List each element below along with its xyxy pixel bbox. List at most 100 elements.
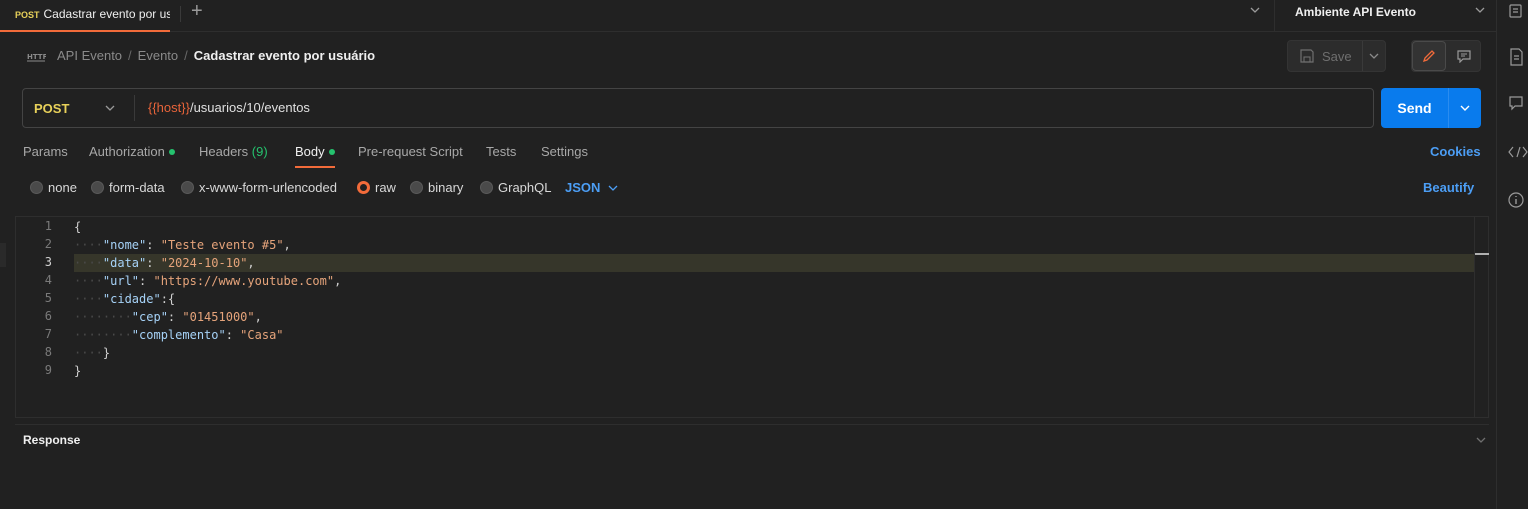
save-icon xyxy=(1300,49,1314,63)
environment-chevron-down-icon[interactable] xyxy=(1474,3,1486,17)
request-tab[interactable]: POST Cadastrar evento por us xyxy=(0,0,170,32)
json-key: "url" xyxy=(102,274,140,288)
radio-raw-circle xyxy=(357,181,370,194)
method-chevron-down-icon[interactable] xyxy=(104,101,116,115)
url-variable: {{host}} xyxy=(148,100,190,115)
svg-text:HTTP: HTTP xyxy=(27,53,46,61)
response-chevron-down-icon[interactable] xyxy=(1475,433,1487,447)
editor-scrollbar[interactable] xyxy=(1474,217,1488,417)
format-label: JSON xyxy=(565,180,601,195)
code-line: ········"cep": "01451000", xyxy=(74,310,262,324)
body-editor[interactable]: 1 2 3 4 5 6 7 8 9 { ····"nome": "Teste e… xyxy=(15,216,1489,418)
tab-headers[interactable]: Headers (9) xyxy=(199,144,268,168)
view-mode-group xyxy=(1411,40,1481,72)
save-button[interactable]: Save xyxy=(1288,41,1362,71)
tab-prerequest-script[interactable]: Pre-request Script xyxy=(358,144,463,168)
info-icon[interactable] xyxy=(1507,191,1528,209)
beautify-button[interactable]: Beautify xyxy=(1423,180,1474,195)
save-chevron-down-icon[interactable] xyxy=(1368,49,1380,63)
docs-mode-button[interactable] xyxy=(1448,41,1480,71)
line-number: 3 xyxy=(44,255,52,269)
documentation-icon[interactable] xyxy=(1507,48,1528,66)
code-line: ····"nome": "Teste evento #5", xyxy=(74,238,291,252)
url-path: /usuarios/10/eventos xyxy=(189,100,310,115)
radio-graphql-circle xyxy=(480,181,493,194)
line-number: 7 xyxy=(44,327,52,341)
line-number: 1 xyxy=(44,219,52,233)
tab-authorization-label: Authorization xyxy=(89,144,165,159)
line-number: 6 xyxy=(44,309,52,323)
url-divider xyxy=(134,95,135,121)
tab-tests[interactable]: Tests xyxy=(486,144,516,168)
tab-params[interactable]: Params xyxy=(23,144,68,168)
code-line-current: ····"data": "2024-10-10", xyxy=(74,254,1474,272)
tab-bar: POST Cadastrar evento por us + Ambiente A… xyxy=(0,0,1496,32)
body-active-dot xyxy=(328,148,335,155)
send-divider xyxy=(1448,88,1449,128)
radio-form-data[interactable]: form-data xyxy=(91,180,165,195)
tab-settings[interactable]: Settings xyxy=(541,144,588,168)
pencil-icon xyxy=(1422,50,1435,63)
tab-title: Cadastrar evento por us xyxy=(43,7,170,21)
response-title: Response xyxy=(23,433,81,447)
radio-graphql-label: GraphQL xyxy=(498,180,552,195)
code-line: } xyxy=(74,364,82,378)
save-group: Save xyxy=(1287,40,1386,72)
json-key: "complemento" xyxy=(131,328,226,342)
send-group: Send xyxy=(1381,88,1481,128)
tab-method: POST xyxy=(15,10,40,20)
url-bar: POST {{host}}/usuarios/10/eventos xyxy=(22,88,1374,128)
http-request-icon: HTTP xyxy=(27,53,46,62)
json-key: "cidade" xyxy=(102,292,161,306)
radio-none[interactable]: none xyxy=(30,180,77,195)
headers-count: (9) xyxy=(251,144,268,159)
save-divider xyxy=(1362,41,1363,71)
radio-binary[interactable]: binary xyxy=(410,180,463,195)
url-input[interactable]: {{host}}/usuarios/10/eventos xyxy=(148,100,310,115)
json-value: "Casa" xyxy=(240,328,284,342)
comments-icon[interactable] xyxy=(1507,95,1528,113)
breadcrumb-current[interactable]: Cadastrar evento por usuário xyxy=(194,48,375,63)
json-key: "nome" xyxy=(102,238,147,252)
radio-graphql[interactable]: GraphQL xyxy=(480,180,551,195)
cookies-link[interactable]: Cookies xyxy=(1430,144,1481,159)
authorization-active-dot xyxy=(168,148,175,155)
response-divider[interactable] xyxy=(15,424,1489,425)
tab-divider xyxy=(180,6,181,22)
line-number: 8 xyxy=(44,345,52,359)
radio-binary-label: binary xyxy=(428,180,464,195)
breadcrumb: API Evento / Evento / Cadastrar evento por u… xyxy=(57,48,376,63)
json-value: "01451000" xyxy=(182,310,255,324)
radio-none-label: none xyxy=(48,180,77,195)
scrollbar-cursor-marker xyxy=(1475,253,1489,255)
left-panel-edge xyxy=(0,243,6,267)
format-selector[interactable]: JSON xyxy=(565,180,618,195)
right-sidebar xyxy=(1496,0,1528,509)
line-gutter: 1 2 3 4 5 6 7 8 9 xyxy=(16,217,66,417)
line-number: 5 xyxy=(44,291,52,305)
env-divider xyxy=(1274,0,1275,32)
code-icon[interactable] xyxy=(1507,143,1528,161)
radio-none-circle xyxy=(30,181,43,194)
radio-urlencoded[interactable]: x-www-form-urlencoded xyxy=(181,180,337,195)
environment-selector[interactable]: Ambiente API Evento xyxy=(1295,5,1416,19)
code-line: ····"cidade":{ xyxy=(74,292,176,306)
send-button[interactable]: Send xyxy=(1381,88,1448,128)
tabs-chevron-down-icon[interactable] xyxy=(1249,3,1261,17)
method-selector[interactable]: POST xyxy=(34,101,69,116)
tab-body[interactable]: Body xyxy=(295,144,335,168)
code-line: ····"url": "https://www.youtube.com", xyxy=(74,274,342,288)
line-number: 2 xyxy=(44,237,52,251)
json-value: "Teste evento #5" xyxy=(160,238,284,252)
tab-authorization[interactable]: Authorization xyxy=(89,144,175,168)
format-chevron-down-icon xyxy=(608,185,618,191)
radio-form-data-circle xyxy=(91,181,104,194)
breadcrumb-collection[interactable]: API Evento xyxy=(57,48,122,63)
edit-mode-button[interactable] xyxy=(1412,41,1446,71)
environment-quicklook-icon[interactable] xyxy=(1507,3,1528,21)
breadcrumb-folder[interactable]: Evento xyxy=(138,48,178,63)
new-tab-icon[interactable]: + xyxy=(191,1,203,21)
radio-raw[interactable]: raw xyxy=(357,180,396,195)
send-chevron-down-icon[interactable] xyxy=(1458,101,1472,115)
tab-headers-label: Headers xyxy=(199,144,249,159)
